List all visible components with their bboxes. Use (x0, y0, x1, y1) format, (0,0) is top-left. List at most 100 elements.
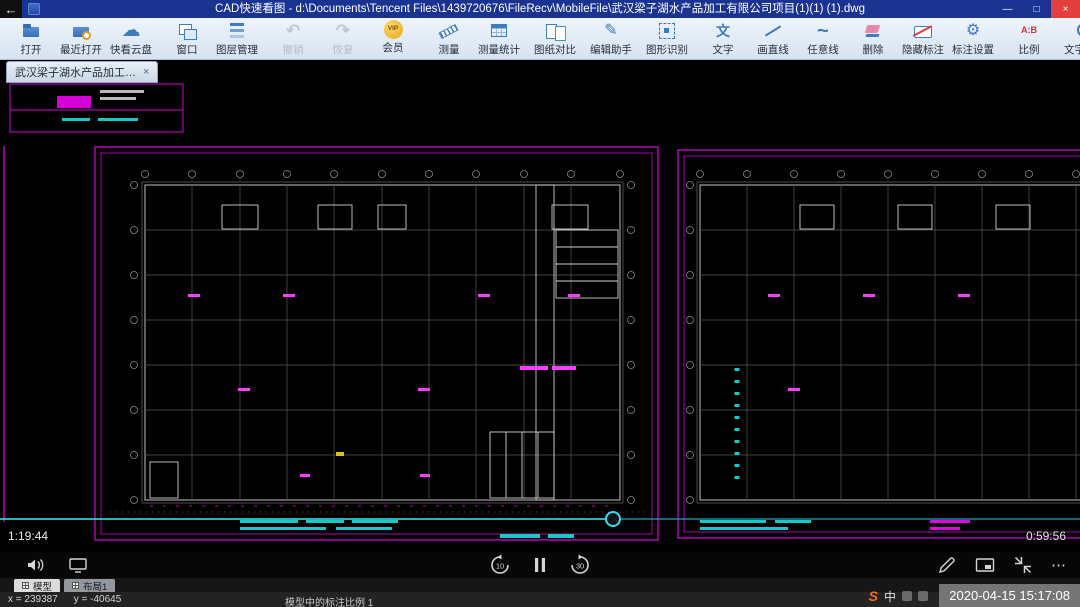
open-button[interactable]: 打开 (6, 18, 56, 59)
close-button[interactable]: × (1051, 0, 1080, 18)
display-button[interactable] (68, 556, 88, 574)
video-progress-bar[interactable] (0, 512, 1080, 526)
vip-icon: VIP (384, 20, 403, 39)
redo-icon: ↷ (331, 20, 355, 41)
model-tab-label: 模型 (33, 579, 52, 593)
back-arrow-icon[interactable]: ← (0, 0, 22, 18)
delete-icon (861, 20, 885, 41)
recent-folder-icon (69, 20, 93, 41)
toolbar-button-label: 会员 (383, 40, 404, 55)
cloud-drive-button[interactable]: ☁快看云盘 (106, 18, 156, 59)
toolbar-button-label: 恢复 (333, 42, 354, 57)
toolbar-button-label: 撤销 (283, 42, 304, 57)
vip-button[interactable]: VIP会员 (368, 18, 418, 59)
toolbar-button-label: 图层管理 (216, 42, 258, 57)
scale-note: 模型中的标注比例 1 (285, 594, 373, 607)
stats-icon (487, 20, 511, 41)
more-options-button[interactable]: ⋯ (1051, 556, 1066, 574)
progress-handle[interactable] (606, 512, 620, 526)
toolbar-button-label: 打开 (21, 42, 42, 57)
model-tab-icon (22, 582, 29, 589)
sogou-logo-icon[interactable]: S (869, 588, 878, 604)
text-button[interactable]: 文文字 (698, 18, 748, 59)
undo-icon: ↶ (281, 20, 305, 41)
titlebar: ← CAD快速看图 - d:\Documents\Tencent Files\1… (0, 0, 1080, 18)
cad-canvas[interactable]: 武汉梁子湖水产品加工… × (0, 60, 1080, 552)
maximize-button[interactable]: □ (1022, 0, 1051, 18)
exit-fullscreen-button[interactable] (1013, 555, 1033, 575)
layout1-tab-icon (72, 582, 79, 589)
ime-mode-indicator[interactable]: 中 (884, 588, 896, 605)
measure-stats-button[interactable]: 测量统计 (474, 18, 524, 59)
cursor-coordinates: x = 239387 y = -40645 (8, 594, 121, 605)
layout1-tab-label: 布局1 (83, 579, 107, 593)
toolbar-button-label: 窗口 (177, 42, 198, 57)
layer-manager-button[interactable]: 图层管理 (212, 18, 262, 59)
measure-button[interactable]: 测量 (424, 18, 474, 59)
window-controls: — □ × (993, 0, 1080, 18)
measure-icon (437, 20, 461, 41)
toolbar-button-label: 图形识别 (646, 42, 688, 57)
shape-recognition-button[interactable]: 图形识别 (642, 18, 692, 59)
volume-button[interactable] (26, 556, 48, 574)
edit-assistant-button[interactable]: ✎编辑助手 (586, 18, 636, 59)
cad-drawing (0, 60, 1080, 552)
drawing-compare-button[interactable]: 图纸对比 (530, 18, 580, 59)
app-icon (28, 3, 40, 15)
window-icon (175, 20, 199, 41)
toolbar-button-label: 文字查找 (1064, 42, 1080, 57)
forward-30-button[interactable]: 30 (569, 554, 591, 576)
svg-text:30: 30 (576, 562, 584, 571)
text-icon: 文 (711, 20, 735, 41)
free-line-button[interactable]: ~任意线 (798, 18, 848, 59)
display-icon (68, 556, 88, 574)
recording-timestamp: 2020-04-15 15:17:08 (939, 584, 1080, 607)
pause-button[interactable] (531, 555, 549, 575)
ime-keyboard-icon[interactable] (918, 591, 928, 601)
annotation-settings-button[interactable]: ⚙标注设置 (948, 18, 998, 59)
coordinate-x: x = 239387 (8, 594, 58, 605)
minimize-button[interactable]: — (993, 0, 1022, 18)
rewind-10-icon: 10 (489, 554, 511, 576)
toolbar-button-label: 测量统计 (478, 42, 520, 57)
toolbar-button-label: 文字 (713, 42, 734, 57)
scale-ratio-button[interactable]: A:B比例 (1004, 18, 1054, 59)
find-text-icon (1073, 20, 1080, 41)
annotate-button[interactable] (937, 555, 957, 575)
hide-annotation-button[interactable]: 隐藏标注 (898, 18, 948, 59)
player-controls: 10 30 (0, 552, 1080, 578)
ime-bar[interactable]: S 中 (869, 587, 928, 605)
toolbar-button-label: 图纸对比 (534, 42, 576, 57)
document-tab-label: 武汉梁子湖水产品加工… (15, 64, 136, 80)
toolbar-button-label: 比例 (1019, 42, 1040, 57)
undo-button[interactable]: ↶撤销 (268, 18, 318, 59)
annotation-settings-icon: ⚙ (961, 20, 985, 41)
tab-layout1[interactable]: 布局1 (64, 579, 115, 592)
pause-icon (531, 555, 549, 575)
cad-plan-left (95, 147, 658, 540)
delete-button[interactable]: 删除 (848, 18, 898, 59)
redo-button[interactable]: ↷恢复 (318, 18, 368, 59)
tab-close-icon[interactable]: × (143, 66, 149, 78)
layers-icon (225, 20, 249, 41)
free-line-icon: ~ (811, 20, 835, 41)
ratio-icon: A:B (1017, 20, 1041, 41)
ime-tool-icon[interactable] (902, 591, 912, 601)
elapsed-time: 1:19:44 (8, 529, 48, 543)
hide-annotation-icon (911, 20, 935, 41)
rewind-10-button[interactable]: 10 (489, 554, 511, 576)
recent-open-button[interactable]: 最近打开 (56, 18, 106, 59)
document-tab[interactable]: 武汉梁子湖水产品加工… × (6, 61, 158, 83)
forward-30-icon: 30 (569, 554, 591, 576)
cad-plan-right (678, 150, 1080, 538)
find-text-button[interactable]: 文字查找 (1060, 18, 1080, 59)
tab-model[interactable]: 模型 (14, 579, 60, 592)
window-button[interactable]: 窗口 (162, 18, 212, 59)
cad-fragment-topleft (10, 84, 183, 132)
draw-line-button[interactable]: 画直线 (748, 18, 798, 59)
toolbar-button-label: 画直线 (757, 42, 789, 57)
app-window: ← CAD快速看图 - d:\Documents\Tencent Files\1… (0, 0, 1080, 607)
pencil-icon (937, 555, 957, 575)
picture-in-picture-button[interactable] (975, 556, 995, 574)
exit-fullscreen-icon (1013, 555, 1033, 575)
